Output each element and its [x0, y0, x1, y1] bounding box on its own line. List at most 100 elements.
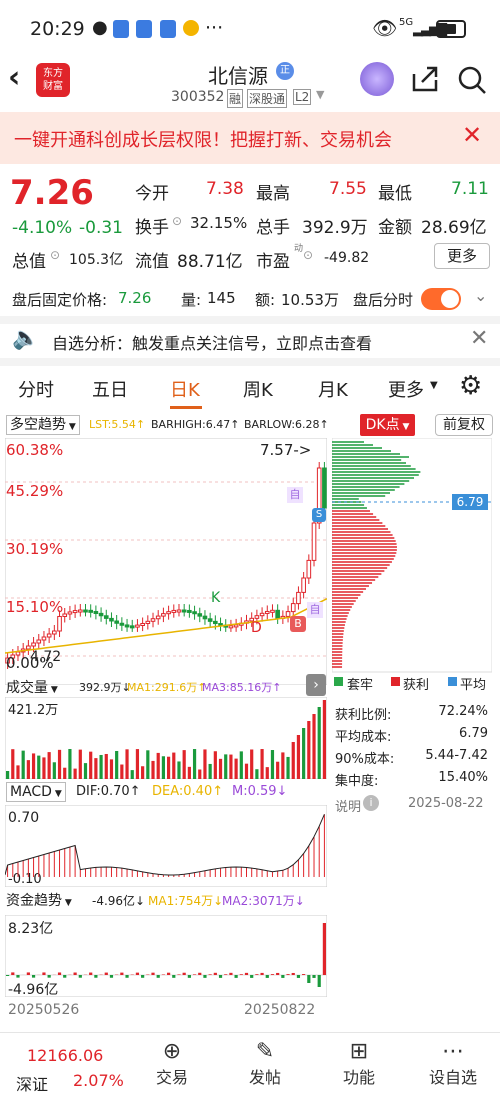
info-icon[interactable]: ⊙	[50, 248, 60, 262]
tab-weekly-k[interactable]: 周K	[243, 376, 273, 402]
info-icon[interactable]: i	[363, 795, 379, 811]
fund-bar	[58, 972, 61, 975]
dk-button[interactable]: DK点 ▼	[360, 414, 415, 436]
volume-bar	[167, 757, 170, 779]
fund-bar	[48, 975, 51, 978]
chevron-down-icon[interactable]: ▼	[316, 88, 324, 101]
tag-zi-2[interactable]: 自	[307, 602, 323, 618]
fund-bar	[271, 974, 274, 975]
gear-icon[interactable]: ⚙	[459, 371, 482, 401]
fund-bar	[32, 975, 35, 978]
chip-row-value: 6.79	[436, 726, 488, 741]
date-start: 20250526	[8, 1002, 79, 1018]
indicator-select[interactable]: 多空趋势 ▼	[6, 415, 80, 435]
fund-bar	[193, 974, 196, 975]
fund-bar	[260, 973, 263, 975]
nav-trade[interactable]: ⊕ 交易	[122, 1033, 222, 1088]
nav-post[interactable]: ✎ 发帖	[215, 1033, 315, 1088]
macd-select[interactable]: MACD ▼	[6, 782, 66, 802]
fund-bar	[74, 973, 77, 975]
kline-chart[interactable]	[5, 438, 327, 685]
candle	[297, 592, 301, 603]
candle	[307, 560, 311, 578]
volume-bar	[219, 759, 222, 779]
fund-bar	[224, 974, 227, 975]
volume-label: 成交量	[6, 680, 48, 696]
assistant-avatar[interactable]	[360, 62, 394, 96]
volume-bar	[209, 764, 212, 779]
pct-label-3: 15.10%	[6, 598, 63, 616]
candle	[312, 523, 316, 560]
stock-code: 300352	[171, 89, 224, 105]
candle	[208, 619, 212, 622]
sell-signal[interactable]: S	[312, 508, 326, 522]
volume-bar	[255, 769, 258, 779]
tab-five-day[interactable]: 五日	[92, 376, 128, 402]
candle	[291, 604, 295, 612]
volume-bar	[307, 721, 310, 779]
candle	[167, 612, 171, 614]
candle	[323, 468, 327, 508]
divider	[0, 316, 500, 324]
candle	[177, 610, 181, 612]
buy-signal[interactable]: B	[290, 616, 306, 632]
open-value: 7.38	[206, 179, 244, 199]
nav-trade-label: 交易	[122, 1064, 222, 1088]
app-icon	[113, 20, 129, 38]
info-icon[interactable]: ⊙	[172, 214, 182, 228]
candle	[58, 616, 62, 631]
fund-bar	[6, 975, 9, 976]
index-ticker[interactable]: 12166.06 深证 2.07%	[0, 1033, 135, 1111]
fund-bar	[110, 975, 113, 978]
info-icon[interactable]: ⊙	[303, 248, 313, 262]
nav-watchlist[interactable]: ⋯ 设自选	[403, 1033, 500, 1088]
candle	[265, 611, 269, 613]
chip-note[interactable]: 说明	[335, 796, 361, 815]
candle	[255, 616, 259, 619]
fund-bar	[318, 975, 321, 987]
adjust-button[interactable]: 前复权	[435, 414, 493, 436]
volume-bar	[281, 752, 284, 779]
macd-label: MACD	[10, 784, 52, 800]
volume-bar	[32, 753, 35, 779]
candle	[110, 618, 114, 621]
fund-bar	[79, 975, 82, 978]
fund-bar	[162, 974, 165, 975]
tag-zi[interactable]: 自	[287, 487, 303, 503]
fund-bar	[94, 975, 97, 978]
promo-banner[interactable]: 一键开通科创成长层权限！把握打新、交易机会 ✕	[0, 112, 500, 164]
fund-bar	[188, 975, 191, 978]
candle	[136, 625, 140, 627]
timeshare-toggle[interactable]	[421, 288, 461, 310]
candle	[198, 614, 202, 616]
logo-line1: 东方	[36, 67, 70, 80]
back-icon[interactable]: ‹	[8, 60, 20, 95]
ah-amt: 10.53万	[281, 289, 339, 310]
tab-timeshare[interactable]: 分时	[18, 376, 54, 402]
fund-select[interactable]: 资金趋势 ▼	[6, 890, 72, 910]
barhigh-value: BARHIGH:6.47↑	[151, 418, 239, 431]
volume-bar	[151, 761, 154, 779]
signal-bar[interactable]: 🔈 自选分析：触发重点关注信号，立即点击查看 ✕	[0, 324, 500, 358]
pe-label: 市盈	[256, 247, 290, 272]
tab-more[interactable]: 更多	[388, 376, 424, 402]
fund-bar	[266, 975, 269, 978]
legend-average: 平均	[460, 674, 486, 693]
ah-qty: 145	[207, 289, 236, 307]
tab-monthly-k[interactable]: 月K	[318, 376, 348, 402]
volume-bar	[177, 761, 180, 779]
last-price: 7.26	[10, 173, 94, 213]
volume-bar	[99, 755, 102, 779]
close-icon[interactable]: ✕	[470, 326, 488, 351]
chevron-down-icon[interactable]: ▼	[430, 380, 438, 391]
chevron-down-icon[interactable]: ⌄	[474, 286, 487, 305]
more-button[interactable]: 更多	[434, 243, 490, 269]
close-icon[interactable]: ✕	[462, 121, 482, 149]
search-icon[interactable]	[456, 64, 488, 96]
volume-select[interactable]: 成交量 ▼	[6, 677, 58, 697]
tab-daily-k[interactable]: 日K	[170, 376, 200, 402]
share-icon[interactable]	[410, 64, 440, 94]
volume-bar	[115, 751, 118, 779]
nav-functions[interactable]: ⊞ 功能	[309, 1033, 409, 1088]
expand-button[interactable]: ›	[306, 674, 326, 696]
